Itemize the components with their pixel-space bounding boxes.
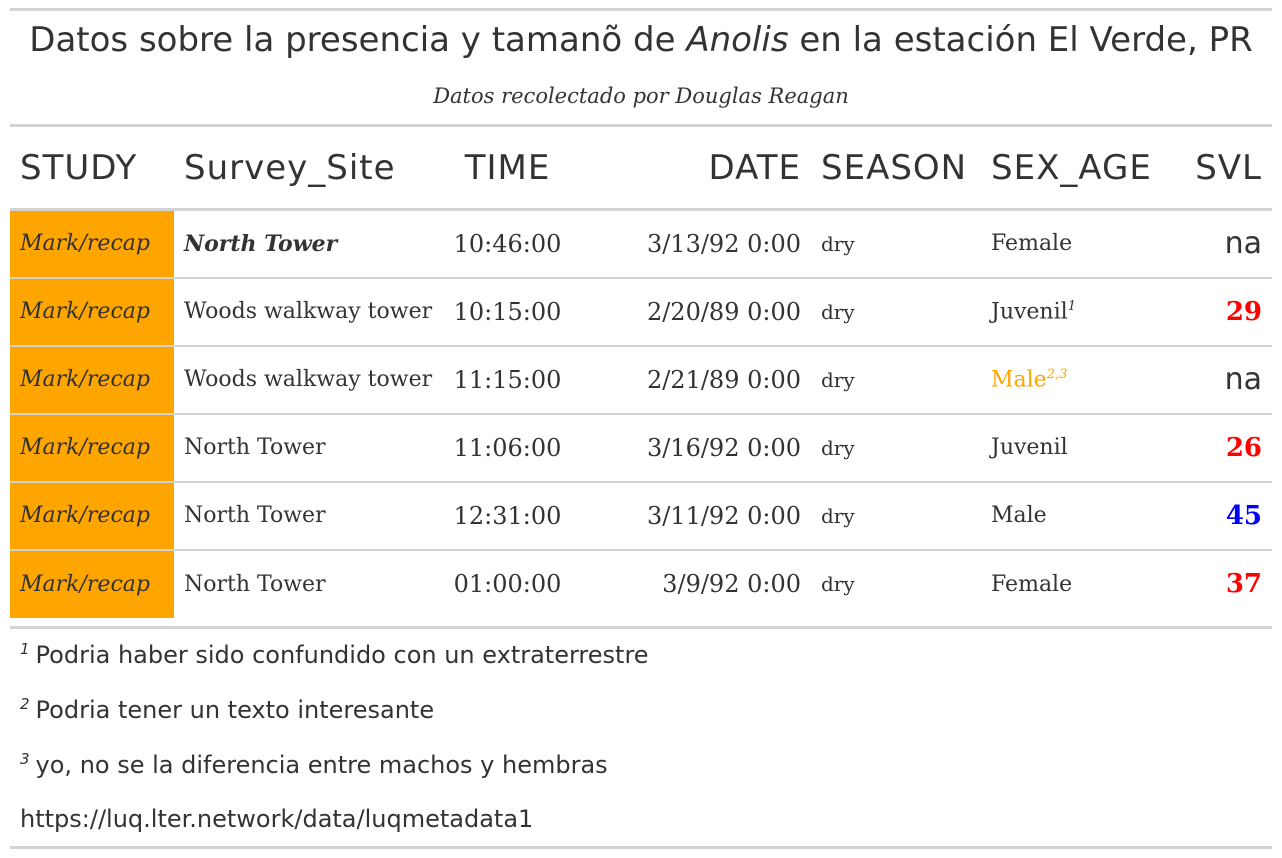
col-header-season: SEASON xyxy=(821,148,968,188)
table-bottom-rule xyxy=(10,626,1272,629)
cell-time: 11:15:00 xyxy=(440,344,575,414)
table-title: Datos sobre la presencia y tamanõ de Ano… xyxy=(10,20,1272,72)
title-suffix: en la estación El Verde, PR xyxy=(788,20,1253,60)
cell-date: 3/16/92 0:00 xyxy=(575,412,811,482)
col-header-survey-site: Survey_Site xyxy=(184,148,396,188)
footnote-mark: 2 xyxy=(20,695,30,713)
header-top-rule xyxy=(10,124,1272,127)
cell-date: 3/11/92 0:00 xyxy=(575,480,811,550)
cell-season: dry xyxy=(811,412,981,482)
sex-age-value: Female xyxy=(991,231,1073,257)
cell-sex-age: Juvenil1 xyxy=(981,276,1161,346)
cell-survey-site: North Tower xyxy=(174,548,440,618)
col-header-study: STUDY xyxy=(20,148,138,188)
footnote-text: Podria tener un texto interesante xyxy=(35,696,435,724)
cell-season: dry xyxy=(811,480,981,550)
cell-study: Mark/recap xyxy=(10,480,174,550)
cell-study: Mark/recap xyxy=(10,209,174,278)
cell-season: dry xyxy=(811,276,981,346)
table-row: Mark/recap North Tower 12:31:00 3/11/92 … xyxy=(10,480,1272,550)
col-header-svl: SVL xyxy=(1195,148,1262,188)
cell-sex-age: Female xyxy=(981,210,1161,278)
cell-season: dry xyxy=(811,344,981,414)
table-row: Mark/recap North Tower 01:00:00 3/9/92 0… xyxy=(10,548,1272,618)
cell-date: 3/13/92 0:00 xyxy=(646,229,801,258)
footnote-text: Podria haber sido confundido con un extr… xyxy=(35,641,649,669)
footnote-3: 3 yo, no se la diferencia entre machos y … xyxy=(20,750,1260,805)
cell-study: Mark/recap xyxy=(10,548,174,618)
table-row: Mark/recap North Tower 11:06:00 3/16/92 … xyxy=(10,412,1272,482)
cell-date: 2/20/89 0:00 xyxy=(575,276,811,346)
cell-svl: na xyxy=(1224,226,1262,262)
cell-time: 11:06:00 xyxy=(440,412,575,482)
sex-age-value: Male xyxy=(991,367,1047,393)
cell-time: 01:00:00 xyxy=(440,548,575,618)
cell-survey-site: North Tower xyxy=(174,480,440,550)
cell-study: Mark/recap xyxy=(10,276,174,346)
cell-survey-site: Woods walkway tower xyxy=(174,344,440,414)
cell-svl: 29 xyxy=(1161,276,1272,346)
sex-age-value: Male xyxy=(991,503,1047,528)
cell-season: dry xyxy=(811,548,981,618)
col-header-time: TIME xyxy=(464,148,551,188)
footnote-marker: 1 xyxy=(1067,298,1076,314)
col-header-date: DATE xyxy=(708,148,801,188)
cell-svl: 45 xyxy=(1161,480,1272,550)
footnote-1: 1 Podria haber sido confundido con un ext… xyxy=(20,640,1260,695)
table-row: Mark/recap Woods walkway tower 10:15:00 … xyxy=(10,276,1272,346)
title-prefix: Datos sobre la presencia y tamanõ de xyxy=(29,20,687,60)
footnotes: 1 Podria haber sido confundido con un ext… xyxy=(20,640,1260,845)
cell-sex-age: Male2,3 xyxy=(981,344,1161,414)
sex-age-value: Juvenil xyxy=(991,435,1068,460)
cell-time: 12:31:00 xyxy=(440,480,575,550)
cell-time: 10:15:00 xyxy=(440,276,575,346)
footnote-marker: 2,3 xyxy=(1046,366,1068,382)
footnote-mark: 1 xyxy=(20,640,30,658)
footnote-2: 2 Podria tener un texto interesante xyxy=(20,695,1260,750)
header-row: STUDY Survey_Site TIME DATE SEASON SEX_A… xyxy=(10,128,1272,210)
cell-study: Mark/recap xyxy=(10,412,174,482)
cell-time: 10:46:00 xyxy=(453,229,562,258)
footnote-text: yo, no se la diferencia entre machos y h… xyxy=(35,751,608,779)
cell-sex-age: Male xyxy=(981,480,1161,550)
cell-svl: na xyxy=(1161,344,1272,414)
cell-svl: 26 xyxy=(1161,412,1272,482)
cell-season: dry xyxy=(821,231,855,256)
table-row: Mark/recap Woods walkway tower 11:15:00 … xyxy=(10,344,1272,414)
sex-age-value: Female xyxy=(991,571,1073,597)
bottom-rule xyxy=(10,846,1272,849)
table-row: Mark/recap North Tower 10:46:00 3/13/92 … xyxy=(10,209,1272,278)
source-note: https://luq.lter.network/data/luqmetadat… xyxy=(20,805,534,833)
cell-survey-site: Woods walkway tower xyxy=(174,276,440,346)
cell-survey-site: North Tower xyxy=(184,230,338,257)
cell-sex-age: Juvenil xyxy=(981,412,1161,482)
top-rule xyxy=(10,8,1272,11)
cell-date: 2/21/89 0:00 xyxy=(575,344,811,414)
title-italic: Anolis xyxy=(686,20,789,60)
footnote-mark: 3 xyxy=(20,750,30,768)
cell-sex-age: Female xyxy=(981,548,1161,618)
sex-age-value: Juvenil xyxy=(991,299,1068,325)
anolis-table: STUDY Survey_Site TIME DATE SEASON SEX_A… xyxy=(10,128,1272,618)
cell-svl: 37 xyxy=(1161,548,1272,618)
cell-study: Mark/recap xyxy=(10,344,174,414)
table-subtitle: Datos recolectado por Douglas Reagan xyxy=(433,84,849,108)
cell-date: 3/9/92 0:00 xyxy=(575,548,811,618)
cell-survey-site: North Tower xyxy=(174,412,440,482)
col-header-sex-age: SEX_AGE xyxy=(991,148,1152,188)
